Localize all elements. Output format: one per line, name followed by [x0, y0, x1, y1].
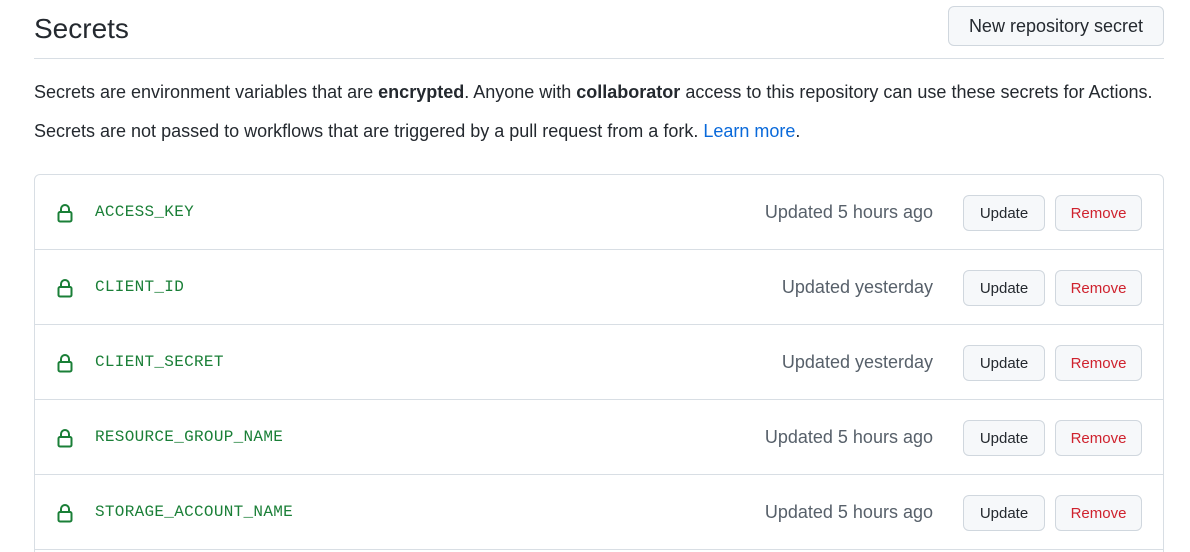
secret-name: RESOURCE_GROUP_NAME: [95, 428, 284, 446]
lock-icon: [57, 354, 73, 373]
secret-row: RESOURCE_GROUP_NAME Updated 5 hours ago …: [35, 400, 1163, 475]
lock-icon: [57, 279, 73, 298]
fork-note: Secrets are not passed to workflows that…: [34, 121, 801, 141]
secrets-list: ACCESS_KEY Updated 5 hours ago Update Re…: [34, 174, 1164, 552]
page-title: Secrets: [34, 13, 129, 44]
new-repository-secret-button[interactable]: New repository secret: [947, 6, 1164, 46]
update-button[interactable]: Update: [963, 420, 1045, 456]
lock-icon: [57, 204, 73, 223]
secret-name: ACCESS_KEY: [95, 203, 195, 221]
remove-button[interactable]: Remove: [1055, 345, 1142, 381]
update-button[interactable]: Update: [963, 495, 1045, 531]
secret-updated: Updated 5 hours ago: [764, 202, 933, 222]
lock-icon: [57, 504, 73, 523]
lock-icon: [57, 429, 73, 448]
secret-updated: Updated yesterday: [781, 277, 933, 297]
secrets-header: Secrets New repository secret: [34, 6, 1164, 59]
secret-row: CLIENT_ID Updated yesterday Update Remov…: [35, 250, 1163, 325]
remove-button[interactable]: Remove: [1055, 420, 1142, 456]
secret-name: CLIENT_SECRET: [95, 353, 224, 371]
secret-updated: Updated 5 hours ago: [764, 502, 933, 522]
remove-button[interactable]: Remove: [1055, 270, 1142, 306]
remove-button[interactable]: Remove: [1055, 495, 1142, 531]
secret-updated: Updated 5 hours ago: [764, 427, 933, 447]
update-button[interactable]: Update: [963, 195, 1045, 231]
secrets-page: Secrets New repository secret Secrets ar…: [0, 0, 1190, 552]
secret-row: STORAGE_ACCOUNT_NAME Updated 5 hours ago…: [35, 475, 1163, 550]
secret-row: ACCESS_KEY Updated 5 hours ago Update Re…: [35, 175, 1163, 250]
update-button[interactable]: Update: [963, 345, 1045, 381]
secret-name: CLIENT_ID: [95, 278, 185, 296]
secret-name: STORAGE_ACCOUNT_NAME: [95, 503, 294, 521]
learn-more-link[interactable]: Learn more: [703, 121, 795, 141]
secret-row: CLIENT_SECRET Updated yesterday Update R…: [35, 325, 1163, 400]
update-button[interactable]: Update: [963, 270, 1045, 306]
secrets-description: Secrets are environment variables that a…: [34, 82, 1153, 102]
secret-updated: Updated yesterday: [781, 352, 933, 372]
remove-button[interactable]: Remove: [1055, 195, 1142, 231]
